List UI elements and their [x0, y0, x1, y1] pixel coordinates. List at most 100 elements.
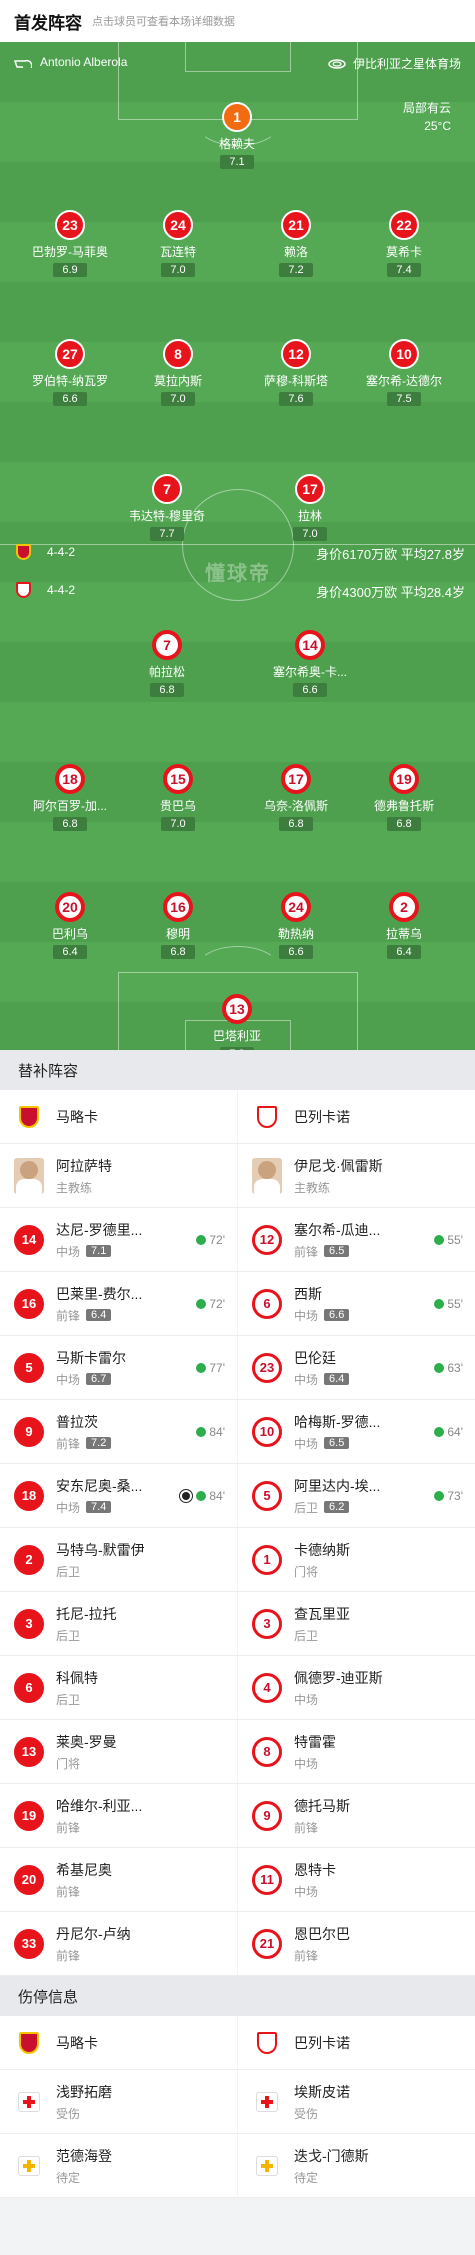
sub-row[interactable]: 6 科佩特 后卫	[0, 1656, 237, 1720]
player-home-8[interactable]: 12 萨穆-科斯塔 7.6	[236, 339, 356, 407]
shirt-number: 5	[14, 1352, 44, 1383]
shirt-number: 9	[14, 1416, 44, 1447]
home-team-row[interactable]: 马略卡	[0, 1090, 237, 1144]
home-coach-row[interactable]: 阿拉萨特 主教练	[0, 1144, 237, 1208]
player-home-11[interactable]: 17 拉林 7.0	[250, 474, 370, 542]
sub-row[interactable]: 13 莱奥-罗曼 门将	[0, 1720, 237, 1784]
player-away-2[interactable]: 14 塞尔希奥-卡... 6.6	[250, 630, 370, 698]
sub-row[interactable]: 6 西斯 中场 6.6 55'	[238, 1272, 475, 1336]
sub-row[interactable]: 9 德托马斯 前锋	[238, 1784, 475, 1848]
player-home-10[interactable]: 7 韦达特-穆里奇 7.7	[107, 474, 227, 542]
injury-row[interactable]: 迭戈-门德斯 待定	[238, 2134, 475, 2198]
sub-row[interactable]: 3 托尼-拉托 后卫	[0, 1592, 237, 1656]
shirt-number: 12	[252, 1224, 282, 1255]
injury-row[interactable]: 浅野拓磨 受伤	[0, 2070, 237, 2134]
sub-row[interactable]: 5 马斯卡雷尔 中场 6.7 77'	[0, 1336, 237, 1400]
sub-row[interactable]: 12 塞尔希-瓜迪... 前锋 6.5 55'	[238, 1208, 475, 1272]
sub-row[interactable]: 8 特雷霍 中场	[238, 1720, 475, 1784]
referee: Antonio Alberola	[14, 55, 127, 69]
player-away-10[interactable]: 2 拉蒂乌 6.4	[344, 892, 464, 960]
away-team-row[interactable]: 巴列卡诺	[238, 2016, 475, 2070]
subs-title: 替补阵容	[18, 1062, 79, 1080]
sub-row[interactable]: 18 安东尼奥-桑... 中场 7.4 84'	[0, 1464, 237, 1528]
sub-row[interactable]: 1 卡德纳斯 门将	[238, 1528, 475, 1592]
sub-info: 丹尼尔-卢纳 前锋	[56, 1924, 131, 1964]
position-text: 前锋	[56, 1436, 81, 1451]
sub-row[interactable]: 16 巴莱里-费尔... 前锋 6.4 72'	[0, 1272, 237, 1336]
away-coach-row[interactable]: 伊尼戈·佩雷斯 主教练	[238, 1144, 475, 1208]
sub-row[interactable]: 14 达尼-罗德里... 中场 7.1 72'	[0, 1208, 237, 1272]
sub-row[interactable]: 33 丹尼尔-卢纳 前锋	[0, 1912, 237, 1976]
player-rating: 7.0	[293, 527, 327, 541]
injured-player-name: 埃斯皮诺	[294, 2083, 350, 2100]
sub-name: 马斯卡雷尔	[56, 1349, 126, 1366]
sub-info: 马斯卡雷尔 中场 6.7	[56, 1348, 126, 1388]
player-home-2[interactable]: 23 巴勃罗-马菲奥 6.9	[10, 210, 130, 278]
sub-info: 阿里达内-埃... 后卫 6.2	[294, 1476, 380, 1516]
injury-row[interactable]: 范德海登 待定	[0, 2134, 237, 2198]
sub-in-time: 73'	[434, 1489, 463, 1503]
player-name: 莫拉内斯	[153, 374, 202, 388]
shirt-number: 21	[281, 210, 311, 240]
player-away-5[interactable]: 17 乌奈-洛佩斯 6.8	[236, 764, 356, 832]
player-rating: 6.6	[53, 392, 87, 406]
sub-row[interactable]: 9 普拉茨 前锋 7.2 84'	[0, 1400, 237, 1464]
sub-in-icon	[196, 1426, 207, 1437]
sub-row[interactable]: 5 阿里达内-埃... 后卫 6.2 73'	[238, 1464, 475, 1528]
player-away-3[interactable]: 18 阿尔百罗-加... 6.8	[10, 764, 130, 832]
sub-row[interactable]: 11 恩特卡 中场	[238, 1848, 475, 1912]
sub-position: 前锋	[294, 1947, 350, 1964]
coach-avatar	[252, 1157, 282, 1194]
player-away-11[interactable]: 13巴塔利亚7.2	[177, 994, 297, 1050]
sub-row[interactable]: 19 哈维尔-利亚... 前锋	[0, 1784, 237, 1848]
player-away-6[interactable]: 19 德弗鲁托斯 6.8	[344, 764, 464, 832]
away-team-row[interactable]: 巴列卡诺	[238, 1090, 475, 1144]
shirt-number: 23	[252, 1352, 282, 1383]
sub-in-icon	[434, 1490, 445, 1501]
sub-in-icon	[434, 1298, 445, 1309]
player-home-3[interactable]: 24 瓦连特 7.0	[118, 210, 238, 278]
page-subtitle: 点击球员可查看本场详细数据	[92, 16, 235, 28]
shirt-number: 17	[295, 474, 325, 504]
sub-position: 门将	[294, 1563, 350, 1580]
sub-position: 前锋 7.2	[56, 1435, 112, 1452]
sub-row[interactable]: 23 巴伦廷 中场 6.4 63'	[238, 1336, 475, 1400]
player-name: 拉林	[297, 509, 322, 523]
player-home-1[interactable]: 1 格赖夫 7.1	[177, 102, 297, 170]
injury-row[interactable]: 埃斯皮诺 受伤	[238, 2070, 475, 2134]
home-team-row[interactable]: 马略卡	[0, 2016, 237, 2070]
player-home-9[interactable]: 10 塞尔希-达德尔 7.5	[344, 339, 464, 407]
sub-info: 巴伦廷 中场 6.4	[294, 1348, 350, 1388]
sub-name: 普拉茨	[56, 1413, 98, 1430]
player-away-8[interactable]: 16 穆明 6.8	[118, 892, 238, 960]
player-away-4[interactable]: 15 贵巴乌 7.0	[118, 764, 238, 832]
player-away-9[interactable]: 24 勒热纳 6.6	[236, 892, 356, 960]
sub-rating: 6.2	[324, 1501, 350, 1513]
player-name: 罗伯特-纳瓦罗	[32, 374, 108, 388]
sub-name: 科佩特	[56, 1669, 98, 1686]
sub-row[interactable]: 3 查瓦里亚 后卫	[238, 1592, 475, 1656]
sub-name: 佩德罗-迪亚斯	[294, 1669, 383, 1686]
player-away-7[interactable]: 20 巴利乌 6.4	[10, 892, 130, 960]
rayo-crest-icon	[16, 582, 31, 598]
sub-row[interactable]: 4 佩德罗-迪亚斯 中场	[238, 1656, 475, 1720]
sub-row[interactable]: 10 哈梅斯-罗德... 中场 6.5 64'	[238, 1400, 475, 1464]
sub-row[interactable]: 21 恩巴尔巴 前锋	[238, 1912, 475, 1976]
position-text: 后卫	[294, 1628, 319, 1643]
player-away-1[interactable]: 7 帕拉松 6.8	[107, 630, 227, 698]
sub-info: 莱奥-罗曼 门将	[56, 1732, 117, 1772]
player-home-4[interactable]: 21 赖洛 7.2	[236, 210, 356, 278]
player-home-7[interactable]: 8 莫拉内斯 7.0	[118, 339, 238, 407]
player-rating: 6.6	[293, 683, 327, 697]
shirt-number: 2	[389, 892, 419, 922]
shirt-number: 24	[281, 892, 311, 922]
sub-row[interactable]: 20 希基尼奥 前锋	[0, 1848, 237, 1912]
position-text: 中场	[294, 1884, 319, 1899]
player-home-5[interactable]: 22 莫希卡 7.4	[344, 210, 464, 278]
sub-position: 前锋 6.5	[294, 1243, 380, 1260]
sub-rating: 6.5	[324, 1437, 350, 1449]
player-name: 穆明	[165, 927, 190, 941]
sub-row[interactable]: 2 马特乌-默雷伊 后卫	[0, 1528, 237, 1592]
sub-info: 普拉茨前锋 7.2	[56, 1412, 112, 1452]
player-home-6[interactable]: 27 罗伯特-纳瓦罗 6.6	[10, 339, 130, 407]
